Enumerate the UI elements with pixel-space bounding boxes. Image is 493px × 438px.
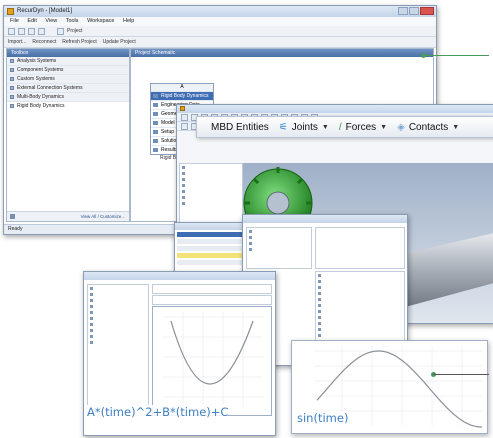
toolbox-header: Toolbox bbox=[7, 49, 129, 57]
menu-edit[interactable]: Edit bbox=[27, 18, 36, 24]
maximize-icon[interactable] bbox=[409, 7, 419, 15]
details-row[interactable] bbox=[177, 260, 245, 265]
parabola-curve-svg bbox=[163, 312, 263, 407]
chevron-down-icon: ▼ bbox=[321, 123, 329, 131]
menu-file[interactable]: File bbox=[10, 18, 19, 24]
parabola-plot bbox=[152, 306, 272, 416]
main-title-bar: RecurDyn - [Model1] bbox=[4, 6, 436, 17]
mbd-entities-menu[interactable]: MBD Entities bbox=[211, 122, 269, 133]
toolbox-panel: Toolbox Analysis Systems Component Syste… bbox=[6, 48, 130, 222]
function-tree bbox=[246, 227, 312, 269]
expression-title-bar bbox=[84, 272, 275, 280]
view-all-button[interactable]: View All / Customize... bbox=[81, 214, 125, 219]
tree-node[interactable] bbox=[180, 200, 242, 206]
toolbox-multibody-dynamics[interactable]: Multi-Body Dynamics bbox=[7, 93, 129, 102]
save-icon[interactable] bbox=[28, 27, 35, 35]
mechanical-app-icon bbox=[180, 106, 185, 111]
forces-menu[interactable]: / Forces ▼ bbox=[339, 122, 387, 133]
parabola-curve bbox=[170, 320, 254, 385]
open-icon[interactable] bbox=[18, 27, 25, 35]
joints-label: Joints bbox=[291, 121, 318, 133]
joint-icon: ⚟ bbox=[278, 121, 288, 133]
menu-help[interactable]: Help bbox=[123, 18, 134, 24]
toolbox-component-systems[interactable]: Component Systems bbox=[7, 66, 129, 75]
mbd-toolbar: MBD Entities ⚟ Joints ▼ / Forces ▼ ◈ Con… bbox=[196, 116, 493, 138]
project-tab[interactable]: Project bbox=[67, 28, 83, 34]
window-controls bbox=[398, 7, 434, 15]
update-project-button[interactable]: Update Project bbox=[103, 39, 136, 45]
minimize-icon[interactable] bbox=[398, 7, 408, 15]
app-icon bbox=[7, 8, 14, 15]
details-row-highlight[interactable] bbox=[177, 253, 245, 258]
schematic-cell-header: A bbox=[151, 84, 213, 91]
expression-input-row[interactable] bbox=[152, 284, 272, 294]
callout-line-top bbox=[423, 55, 489, 56]
import-button[interactable]: Import... bbox=[8, 39, 26, 45]
function-tree-node[interactable] bbox=[247, 246, 311, 252]
refresh-project-button[interactable]: Refresh Project bbox=[62, 39, 96, 45]
menu-tools[interactable]: Tools bbox=[66, 18, 79, 24]
menu-bar: File Edit View Tools Workspace Help bbox=[4, 17, 436, 26]
toolbox-analysis-systems[interactable]: Analysis Systems bbox=[7, 57, 129, 66]
filter-icon[interactable] bbox=[10, 214, 15, 219]
callout-line-bottom bbox=[433, 374, 489, 375]
details-title-bar bbox=[175, 223, 247, 230]
tool-icon-15[interactable] bbox=[181, 122, 188, 130]
sine-formula-caption: sin(time) bbox=[297, 411, 349, 425]
project-tab-icon bbox=[57, 27, 64, 35]
status-text: Ready bbox=[8, 226, 23, 232]
function-dialog-title-bar bbox=[243, 215, 407, 223]
toolbox-rigid-body-dynamics[interactable]: Rigid Body Dynamics bbox=[7, 102, 129, 110]
project-toolbar: Import... Reconnect Refresh Project Upda… bbox=[4, 37, 436, 48]
toolbox-external-connection[interactable]: External Connection Systems bbox=[7, 84, 129, 93]
reconnect-button[interactable]: Reconnect bbox=[32, 39, 56, 45]
forces-label: Forces bbox=[345, 121, 377, 133]
details-rows bbox=[175, 230, 247, 267]
menu-workspace[interactable]: Workspace bbox=[87, 18, 114, 24]
expression-tree bbox=[87, 284, 149, 416]
mbd-entities-label: MBD Entities bbox=[211, 121, 269, 133]
quadratic-formula-caption: A*(time)^2+B*(time)+C bbox=[87, 405, 229, 419]
spring-icon: / bbox=[338, 121, 342, 133]
tool-icon-1[interactable] bbox=[181, 113, 188, 121]
schematic-row-system[interactable]: Rigid Body Dynamics bbox=[151, 91, 213, 100]
toolbox-custom-systems[interactable]: Custom Systems bbox=[7, 75, 129, 84]
contact-icon: ◈ bbox=[397, 121, 405, 133]
chevron-down-icon: ▼ bbox=[380, 123, 388, 131]
toolbox-bottom-bar: View All / Customize... bbox=[7, 211, 129, 221]
main-title: RecurDyn - [Model1] bbox=[17, 8, 73, 14]
schematic-header: Project Schematic bbox=[131, 49, 433, 57]
contacts-label: Contacts bbox=[408, 121, 449, 133]
details-row-selected[interactable] bbox=[177, 232, 245, 237]
chevron-down-icon: ▼ bbox=[452, 123, 460, 131]
details-row[interactable] bbox=[177, 239, 245, 244]
expression-tree-node[interactable] bbox=[88, 339, 148, 345]
contacts-menu[interactable]: ◈ Contacts ▼ bbox=[397, 122, 459, 133]
mechanical-title-bar bbox=[177, 105, 493, 113]
function-expression-box[interactable] bbox=[315, 227, 405, 269]
menu-view[interactable]: View bbox=[45, 18, 57, 24]
quick-toolbar: Project bbox=[4, 26, 436, 37]
coefficient-row[interactable] bbox=[152, 295, 272, 305]
close-icon[interactable] bbox=[420, 7, 434, 15]
save-as-icon[interactable] bbox=[38, 27, 45, 35]
joints-menu[interactable]: ⚟ Joints ▼ bbox=[279, 122, 329, 133]
new-icon[interactable] bbox=[8, 27, 15, 35]
details-row[interactable] bbox=[177, 246, 245, 251]
